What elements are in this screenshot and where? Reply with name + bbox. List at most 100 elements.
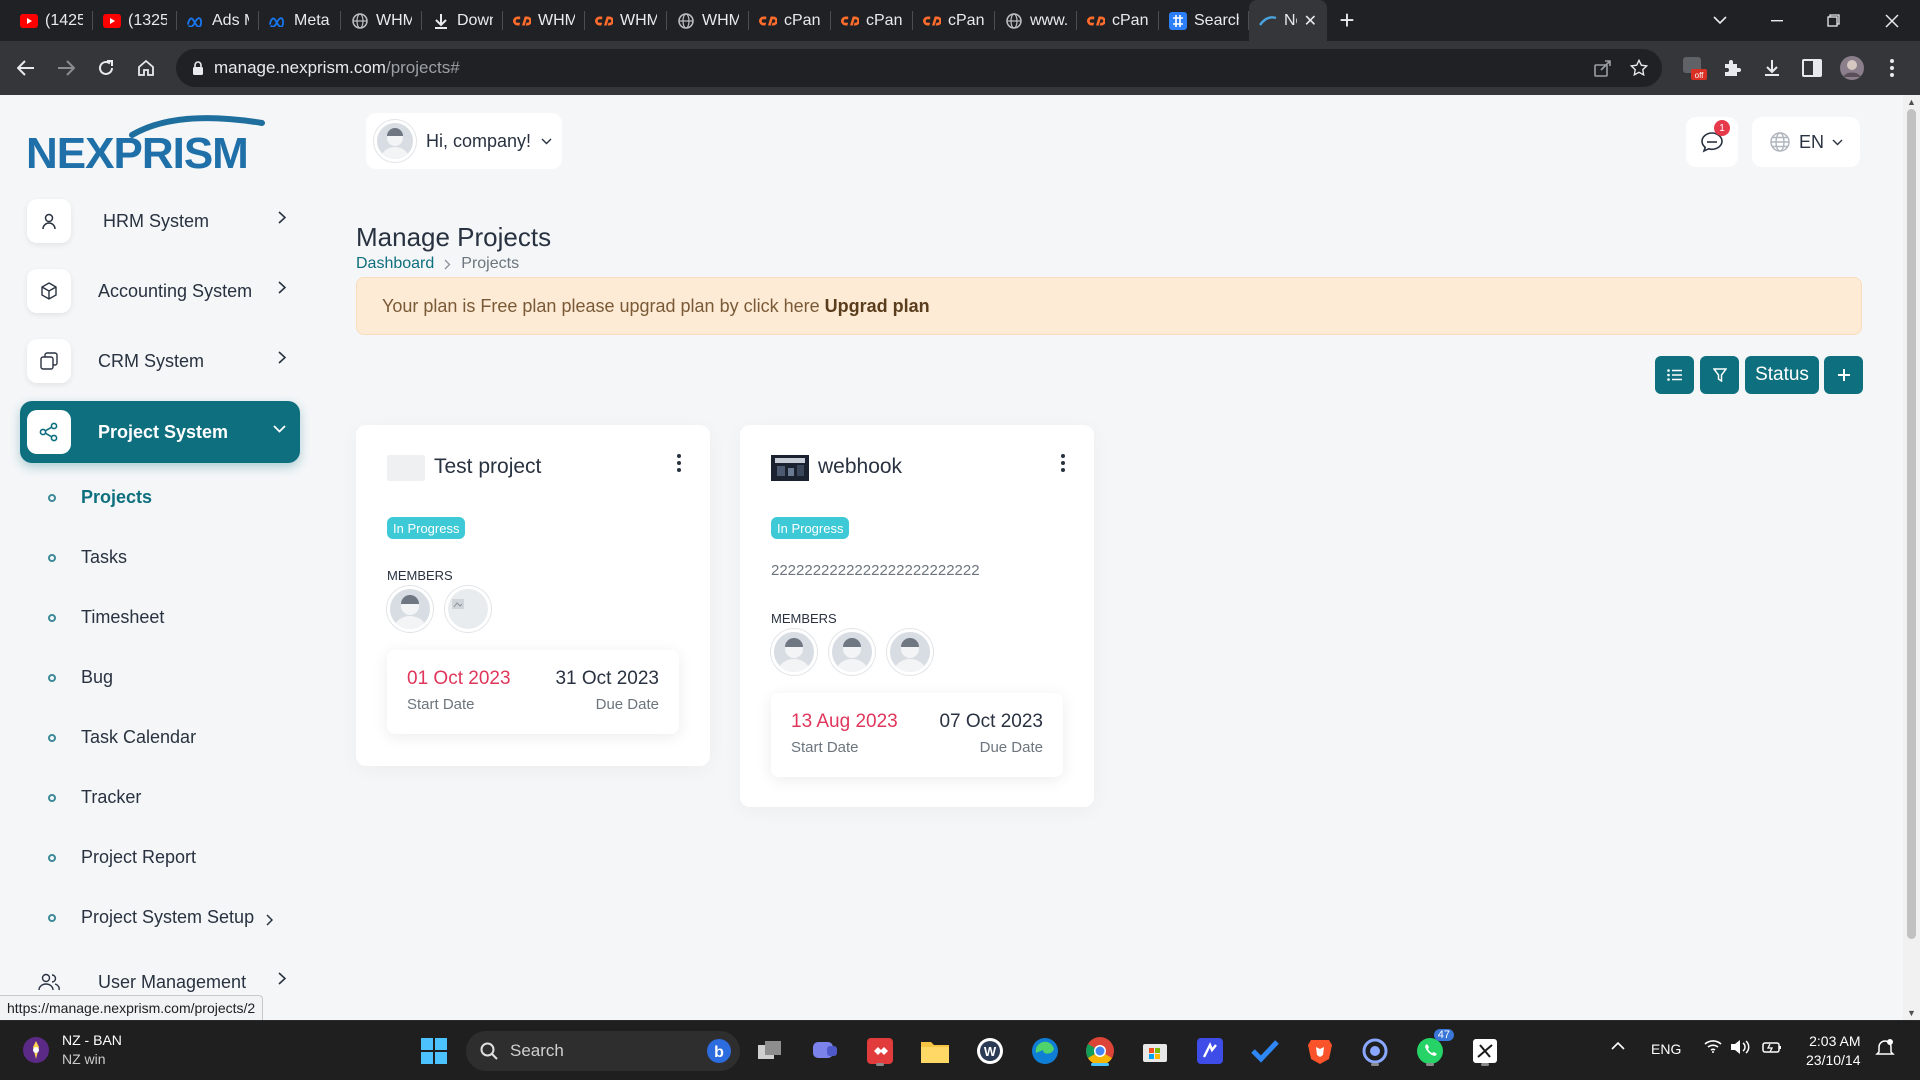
project-title[interactable]: webhook: [818, 455, 902, 479]
browser-tab[interactable]: cPanel: [1077, 0, 1159, 41]
browser-menu-icon[interactable]: [1877, 53, 1907, 83]
browser-tab[interactable]: cPanel: [913, 0, 995, 41]
downloads-icon[interactable]: [1757, 53, 1787, 83]
start-button-windows-icon[interactable]: [416, 1033, 452, 1069]
nexprism-logo[interactable]: NEXPRISM: [26, 113, 298, 173]
browser-tab[interactable]: Search: [1159, 0, 1249, 41]
submenu-item-timesheet[interactable]: Timesheet: [48, 607, 164, 628]
browser-tab[interactable]: Downlo: [422, 0, 503, 41]
browser-tab[interactable]: WHMC: [341, 0, 422, 41]
globe-icon: [1769, 131, 1791, 153]
close-tab-icon[interactable]: ✕: [1304, 11, 1317, 31]
scroll-down-icon[interactable]: ▼: [1907, 1008, 1916, 1018]
sidebar-item-hrm-system[interactable]: HRM System: [20, 190, 300, 252]
sidebar-item-project-system[interactable]: Project System: [20, 401, 300, 463]
submenu-item-task-calendar[interactable]: Task Calendar: [48, 727, 196, 748]
browser-tab[interactable]: cPanel: [749, 0, 831, 41]
extension-off-icon[interactable]: off: [1679, 53, 1709, 83]
tab-title: WHMC: [376, 11, 412, 29]
edge-browser-icon[interactable]: [1027, 1033, 1063, 1069]
task-view-icon[interactable]: [752, 1033, 788, 1069]
browser-tab[interactable]: Ne ✕: [1249, 0, 1327, 41]
browser-tab[interactable]: WHMC: [667, 0, 749, 41]
file-explorer-icon[interactable]: [917, 1033, 953, 1069]
avatar[interactable]: [829, 629, 875, 675]
teamviewer-icon[interactable]: [1192, 1033, 1228, 1069]
browser-tab[interactable]: Meta B: [259, 0, 341, 41]
weather-widget[interactable]: NZ - BAN NZ win: [22, 1031, 122, 1069]
tray-chevron-up-icon[interactable]: [1611, 1041, 1625, 1050]
submenu-item-bug[interactable]: Bug: [48, 667, 113, 688]
wifi-icon[interactable]: [1704, 1039, 1722, 1053]
browser-tab[interactable]: cPanel: [831, 0, 913, 41]
notification-center-icon[interactable]: [1875, 1038, 1895, 1058]
language-selector[interactable]: EN: [1752, 117, 1860, 167]
profile-avatar-icon[interactable]: [1837, 53, 1867, 83]
restore-icon[interactable]: [1813, 0, 1853, 41]
taskbar-search-box[interactable]: Search b: [466, 1031, 740, 1071]
system-clock[interactable]: 2:03 AM 23/10/14: [1806, 1032, 1861, 1070]
scrollbar-thumb[interactable]: [1907, 109, 1916, 939]
browser-tab[interactable]: (1325): [93, 0, 177, 41]
upgrade-plan-link[interactable]: Upgrad plan: [825, 296, 930, 317]
brave-browser-icon[interactable]: [1302, 1033, 1338, 1069]
word-app-icon[interactable]: W: [972, 1033, 1008, 1069]
broken-avatar-image[interactable]: [445, 586, 491, 632]
minimize-icon[interactable]: [1757, 0, 1797, 41]
project-title[interactable]: Test project: [434, 455, 541, 479]
submenu-item-project-system-setup[interactable]: Project System Setup: [48, 907, 274, 928]
new-tab-button[interactable]: +: [1327, 0, 1367, 41]
chrome-browser-icon[interactable]: [1082, 1033, 1118, 1069]
volume-icon[interactable]: [1730, 1039, 1750, 1055]
notifications-button[interactable]: 1: [1686, 117, 1738, 167]
breadcrumb-dashboard-link[interactable]: Dashboard: [356, 255, 434, 273]
user-menu-dropdown[interactable]: Hi, company!: [366, 113, 562, 169]
list-view-button[interactable]: [1655, 356, 1694, 394]
status-filter-button[interactable]: Status: [1745, 356, 1819, 394]
bookmark-star-icon[interactable]: [1630, 59, 1648, 77]
extensions-puzzle-icon[interactable]: [1717, 53, 1747, 83]
page-scrollbar[interactable]: ▲ ▼: [1903, 95, 1920, 1020]
browser-tab[interactable]: www.fa: [995, 0, 1077, 41]
avatar[interactable]: [887, 629, 933, 675]
more-options-icon[interactable]: [676, 453, 682, 473]
home-icon[interactable]: [126, 48, 166, 88]
battery-icon[interactable]: [1762, 1039, 1782, 1055]
more-options-icon[interactable]: [1060, 453, 1066, 473]
close-window-icon[interactable]: [1870, 0, 1914, 41]
snipping-tool-icon[interactable]: [1467, 1033, 1503, 1069]
submenu-item-projects[interactable]: Projects: [48, 487, 152, 508]
back-icon[interactable]: [6, 48, 46, 88]
todo-checkmark-icon[interactable]: [1247, 1033, 1283, 1069]
reload-icon[interactable]: [86, 48, 126, 88]
browser-tab[interactable]: WHM [: [585, 0, 667, 41]
side-panel-icon[interactable]: [1797, 53, 1827, 83]
scroll-up-icon[interactable]: ▲: [1907, 97, 1916, 107]
submenu-item-tracker[interactable]: Tracker: [48, 787, 141, 808]
sidebar-item-accounting-system[interactable]: Accounting System: [20, 260, 300, 322]
cortana-ring-icon[interactable]: [1357, 1033, 1393, 1069]
project-card[interactable]: Test project In Progress MEMBERS 01 Oct …: [356, 425, 710, 766]
forward-icon[interactable]: [46, 48, 86, 88]
microsoft-store-icon[interactable]: [1137, 1033, 1173, 1069]
browser-tab[interactable]: WHM [: [503, 0, 585, 41]
avatar[interactable]: [387, 586, 433, 632]
browser-tab[interactable]: Ads Ma: [177, 0, 259, 41]
submenu-item-project-report[interactable]: Project Report: [48, 847, 196, 868]
project-card[interactable]: webhook In Progress 22222222222222222222…: [740, 425, 1094, 807]
create-project-button[interactable]: [1824, 356, 1863, 394]
address-bar[interactable]: manage.nexprism.com/projects#: [176, 49, 1662, 87]
input-language[interactable]: ENG: [1651, 1041, 1681, 1057]
share-page-icon[interactable]: [1594, 59, 1612, 77]
submenu-item-tasks[interactable]: Tasks: [48, 547, 127, 568]
avatar[interactable]: [771, 629, 817, 675]
anydesk-icon[interactable]: [862, 1033, 898, 1069]
whatsapp-icon[interactable]: 47: [1412, 1029, 1454, 1069]
bullet-icon: [48, 913, 56, 922]
filter-button[interactable]: [1700, 356, 1739, 394]
bullet-icon: [48, 553, 56, 562]
sidebar-item-crm-system[interactable]: CRM System: [20, 330, 300, 392]
teams-chat-icon[interactable]: [807, 1033, 843, 1069]
tab-search-chevron-icon[interactable]: [1700, 0, 1740, 41]
browser-tab[interactable]: (1425): [10, 0, 93, 41]
